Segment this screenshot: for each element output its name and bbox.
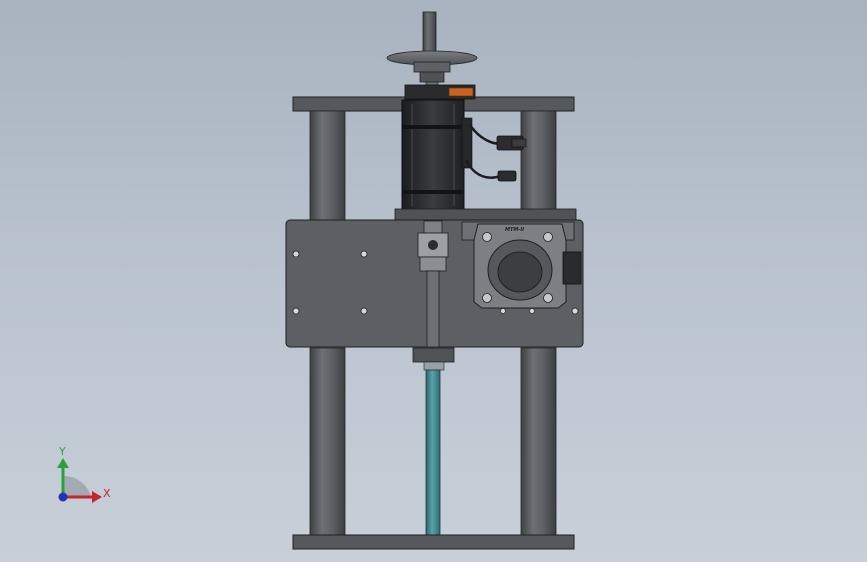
left-column-lower[interactable] xyxy=(309,347,346,536)
bottom-plate[interactable] xyxy=(292,534,575,550)
y-axis-label: Y xyxy=(58,445,66,458)
nut-collar xyxy=(423,361,445,371)
x-axis-label: X xyxy=(103,487,111,500)
gearbox-housing[interactable]: MTM-II xyxy=(461,221,582,314)
left-column-upper[interactable] xyxy=(309,110,346,222)
right-column-lower[interactable] xyxy=(520,347,557,536)
right-column-upper[interactable] xyxy=(520,110,557,222)
y-axis-arrow-icon xyxy=(57,458,69,468)
z-axis-dot-icon xyxy=(58,492,68,502)
plate-emboss: MTM-II xyxy=(505,227,524,233)
coordinate-triad: Y X xyxy=(57,445,111,503)
hand-wheel[interactable] xyxy=(386,11,478,92)
machine-assembly[interactable]: MTM-II xyxy=(285,11,584,550)
lead-nut[interactable] xyxy=(412,347,455,363)
lead-screw-shaft[interactable] xyxy=(425,369,441,536)
x-axis-arrow-icon xyxy=(92,491,102,503)
cad-graphics-viewport[interactable]: MTM-II Y X xyxy=(0,0,867,562)
